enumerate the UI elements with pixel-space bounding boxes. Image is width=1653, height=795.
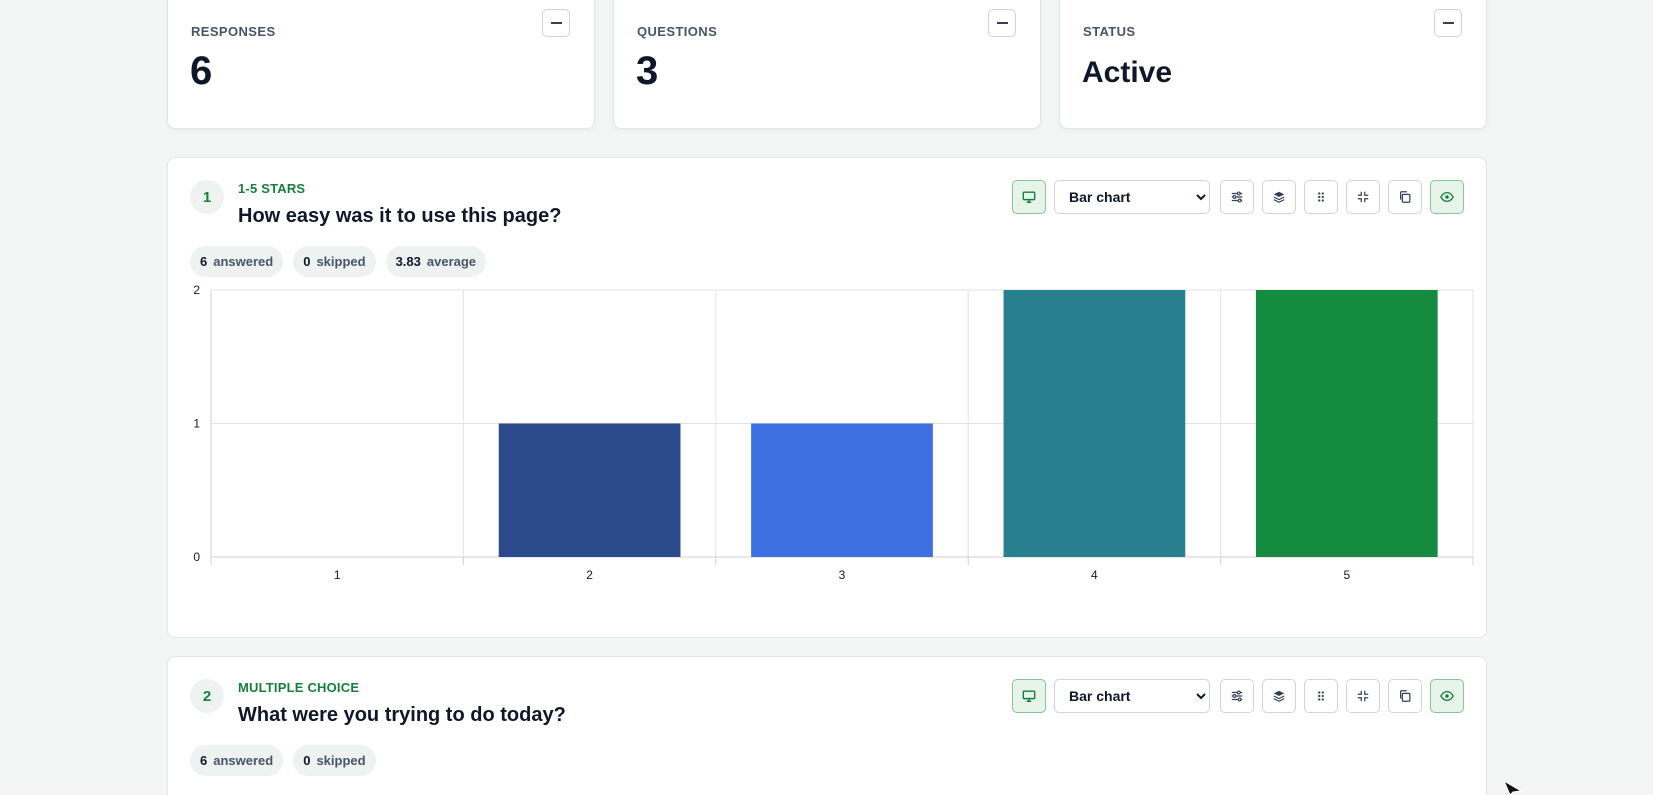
- eye-icon: [1440, 690, 1454, 702]
- chart-type-select[interactable]: Bar chart: [1054, 180, 1210, 214]
- minimize-icon: [1357, 690, 1369, 702]
- filter-button[interactable]: [1220, 679, 1254, 713]
- response-summary: 6 answered 0 skipped: [190, 745, 376, 776]
- monitor-icon: [1022, 191, 1036, 203]
- collapse-button[interactable]: [988, 9, 1016, 37]
- eye-icon: [1440, 191, 1454, 203]
- question-type: 1-5 STARS: [238, 181, 306, 196]
- minimize-button[interactable]: [1346, 180, 1380, 214]
- question-title: What were you trying to do today?: [238, 704, 566, 726]
- minus-icon: [550, 22, 562, 24]
- question-toolbar: Bar chart: [1012, 679, 1464, 713]
- copy-button[interactable]: [1388, 180, 1422, 214]
- stat-card-responses: RESPONSES 6: [167, 0, 595, 129]
- average-pill: 3.83 average: [385, 246, 487, 277]
- copy-icon: [1400, 690, 1411, 702]
- question-card-1: 1 1-5 STARS How easy was it to use this …: [167, 157, 1487, 638]
- x-tick-label: 1: [334, 568, 341, 582]
- x-tick-label: 3: [839, 568, 846, 582]
- collapse-button[interactable]: [1434, 9, 1462, 37]
- mouse-cursor-icon: [1503, 780, 1523, 795]
- answered-pill: 6 answered: [190, 745, 284, 776]
- monitor-icon: [1022, 690, 1036, 702]
- layers-icon: [1273, 690, 1285, 702]
- minimize-button[interactable]: [1346, 679, 1380, 713]
- drag-handle-button[interactable]: [1304, 180, 1338, 214]
- sliders-icon: [1231, 690, 1243, 702]
- stat-value: Active: [1082, 56, 1173, 89]
- x-tick-label: 4: [1091, 568, 1098, 582]
- bar-3: [751, 423, 933, 557]
- stat-card-questions: QUESTIONS 3: [613, 0, 1041, 129]
- question-type: MULTIPLE CHOICE: [238, 680, 360, 695]
- bar-chart: 0 1 2 1 2 3 4 5: [193, 283, 1474, 582]
- y-tick-label: 2: [193, 283, 200, 297]
- y-tick-label: 1: [193, 417, 200, 431]
- stat-label: QUESTIONS: [637, 24, 718, 39]
- layers-icon: [1273, 191, 1285, 203]
- drag-handle-button[interactable]: [1304, 679, 1338, 713]
- response-summary: 6 answered 0 skipped 3.83 average: [190, 246, 487, 277]
- copy-icon: [1400, 191, 1411, 203]
- stat-card-status: STATUS Active: [1059, 0, 1487, 129]
- grip-icon: [1318, 192, 1324, 202]
- skipped-pill: 0 skipped: [293, 745, 376, 776]
- minimize-icon: [1357, 191, 1369, 203]
- question-card-2: 2 MULTIPLE CHOICE What were you trying t…: [167, 656, 1487, 795]
- bar-2: [498, 423, 681, 557]
- bar-chart-container: 0 1 2 1 2 3 4 5: [168, 278, 1488, 598]
- question-number: 1: [190, 180, 224, 214]
- visibility-button[interactable]: [1430, 180, 1464, 214]
- presentation-mode-button[interactable]: [1012, 180, 1046, 214]
- bar-4: [1003, 290, 1186, 557]
- skipped-pill: 0 skipped: [293, 246, 376, 277]
- stat-label: RESPONSES: [191, 24, 276, 39]
- y-tick-label: 0: [193, 550, 200, 564]
- minus-icon: [1442, 22, 1454, 24]
- presentation-mode-button[interactable]: [1012, 679, 1046, 713]
- minus-icon: [996, 22, 1008, 24]
- visibility-button[interactable]: [1430, 679, 1464, 713]
- copy-button[interactable]: [1388, 679, 1422, 713]
- grip-icon: [1318, 691, 1324, 701]
- answered-pill: 6 answered: [190, 246, 284, 277]
- question-number: 2: [190, 679, 224, 713]
- bar-5: [1255, 290, 1438, 557]
- question-toolbar: Bar chart: [1012, 180, 1464, 214]
- sliders-icon: [1231, 191, 1243, 203]
- chart-type-select[interactable]: Bar chart: [1054, 679, 1210, 713]
- x-tick-label: 5: [1343, 568, 1350, 582]
- stat-value: 3: [636, 49, 659, 93]
- layers-button[interactable]: [1262, 180, 1296, 214]
- layers-button[interactable]: [1262, 679, 1296, 713]
- question-title: How easy was it to use this page?: [238, 205, 562, 227]
- x-tick-label: 2: [586, 568, 593, 582]
- stat-value: 6: [190, 49, 213, 93]
- filter-button[interactable]: [1220, 180, 1254, 214]
- collapse-button[interactable]: [542, 9, 570, 37]
- stat-label: STATUS: [1083, 24, 1136, 39]
